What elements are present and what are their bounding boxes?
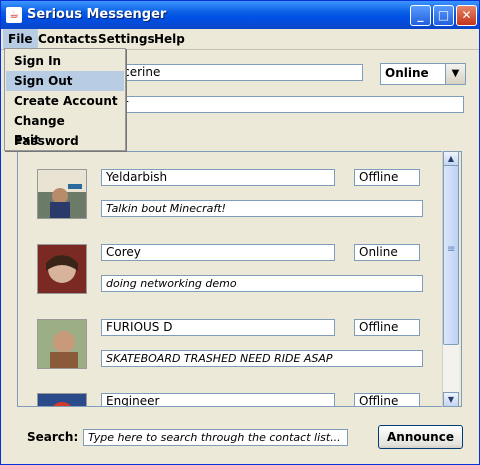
presence-select[interactable]: Online ▼ bbox=[380, 63, 466, 85]
contact-name: Yeldarbish bbox=[101, 169, 335, 186]
minimize-button[interactable]: _ bbox=[410, 5, 431, 26]
menu-bar: File Contacts Settings Help bbox=[1, 29, 479, 50]
menu-contacts[interactable]: Contacts bbox=[33, 29, 102, 49]
close-button[interactable]: ✕ bbox=[456, 5, 477, 26]
file-menu-dropdown: Sign In Sign Out Create Account Change P… bbox=[4, 48, 126, 151]
scroll-down-button[interactable]: ▼ bbox=[443, 392, 459, 407]
contact-status: Offline bbox=[354, 319, 420, 336]
menu-item-exit[interactable]: Exit bbox=[6, 130, 124, 150]
contact-message: doing networking demo bbox=[101, 275, 423, 292]
scroll-up-button[interactable]: ▲ bbox=[443, 151, 459, 166]
contact-message: Talkin bout Minecraft! bbox=[101, 200, 423, 217]
maximize-icon: □ bbox=[437, 8, 450, 22]
contact-item[interactable]: FURIOUS D Offline SKATEBOARD TRASHED NEE… bbox=[17, 313, 442, 383]
contact-item[interactable]: Corey Online doing networking demo bbox=[17, 238, 442, 308]
minimize-icon: _ bbox=[417, 8, 424, 22]
menu-help[interactable]: Help bbox=[149, 29, 190, 49]
close-icon: ✕ bbox=[461, 8, 472, 22]
contact-item[interactable]: Yeldarbish Offline Talkin bout Minecraft… bbox=[17, 163, 442, 233]
search-label: Search: bbox=[27, 430, 79, 444]
contact-avatar bbox=[37, 244, 87, 294]
contact-name: FURIOUS D bbox=[101, 319, 335, 336]
presence-value: Online bbox=[385, 66, 429, 80]
search-input[interactable]: Type here to search through the contact … bbox=[83, 429, 348, 446]
contact-status: Offline bbox=[354, 169, 420, 186]
contact-avatar bbox=[37, 393, 87, 406]
menu-item-sign-in[interactable]: Sign In bbox=[6, 51, 124, 71]
menu-item-sign-out[interactable]: Sign Out bbox=[6, 71, 124, 91]
title-bar[interactable]: ☕ Serious Messenger _ □ ✕ bbox=[1, 1, 479, 29]
menu-item-change-password[interactable]: Change Password bbox=[6, 111, 124, 148]
contact-avatar bbox=[37, 319, 87, 369]
contact-status: Online bbox=[354, 244, 420, 261]
chevron-down-icon: ▼ bbox=[447, 395, 455, 404]
user-name-field[interactable]: ycerine bbox=[111, 64, 363, 81]
chevron-up-icon: ▲ bbox=[447, 154, 455, 163]
contact-item[interactable]: Engineer Offline bbox=[17, 388, 442, 406]
scroll-thumb[interactable] bbox=[443, 165, 459, 345]
maximize-button[interactable]: □ bbox=[433, 5, 454, 26]
contact-list-scrollbar[interactable]: ▲ ▼ bbox=[442, 151, 459, 407]
chevron-down-icon[interactable]: ▼ bbox=[445, 64, 465, 84]
window-title: Serious Messenger bbox=[27, 7, 167, 22]
contact-status: Offline bbox=[354, 393, 420, 406]
contact-message: SKATEBOARD TRASHED NEED RIDE ASAP bbox=[101, 350, 423, 367]
java-app-icon: ☕ bbox=[6, 7, 22, 23]
menu-item-create-account[interactable]: Create Account bbox=[6, 91, 124, 111]
contact-name: Engineer bbox=[101, 393, 335, 406]
contact-avatar bbox=[37, 169, 87, 219]
messenger-window: ☕ Serious Messenger _ □ ✕ File Contacts … bbox=[0, 0, 480, 465]
contact-name: Corey bbox=[101, 244, 335, 261]
user-status-message-field[interactable]: ar bbox=[111, 96, 464, 113]
announce-button[interactable]: Announce bbox=[378, 425, 463, 449]
